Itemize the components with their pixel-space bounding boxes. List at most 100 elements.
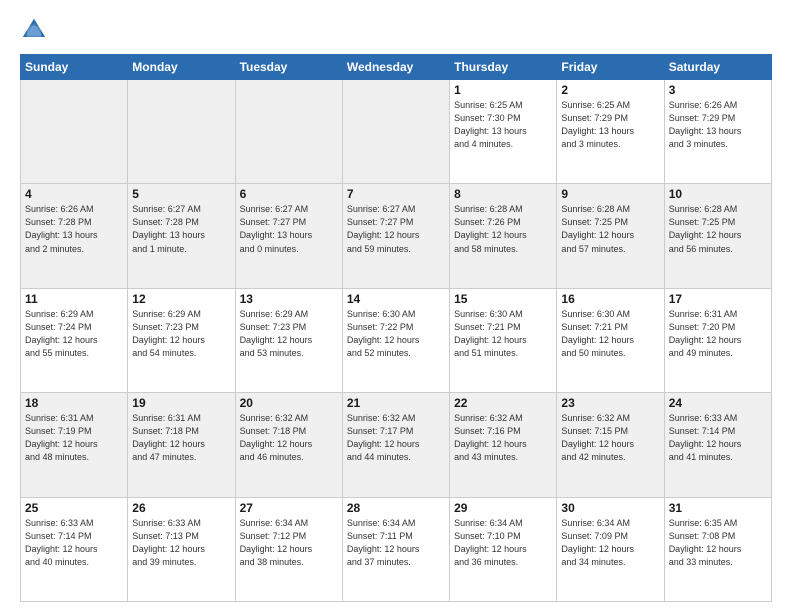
- calendar-day: 18 Sunrise: 6:31 AMSunset: 7:19 PMDayligh…: [21, 393, 128, 497]
- calendar-day: 9Sunrise: 6:28 AMSunset: 7:25 PMDaylight…: [557, 184, 664, 288]
- day-number: 14: [347, 292, 445, 306]
- calendar-day: 24Sunrise: 6:33 AMSunset: 7:14 PMDayligh…: [664, 393, 771, 497]
- day-info: Sunrise: 6:30 AMSunset: 7:21 PMDaylight:…: [561, 308, 659, 360]
- calendar-day: 3 Sunrise: 6:26 AMSunset: 7:29 PMDaylight…: [664, 80, 771, 184]
- calendar-day: 28Sunrise: 6:34 AMSunset: 7:11 PMDayligh…: [342, 497, 449, 601]
- day-number: 11: [25, 292, 123, 306]
- calendar-day: 22 Sunrise: 6:32 AMSunset: 7:16 PMDayligh…: [450, 393, 557, 497]
- calendar-day: 17 Sunrise: 6:31 AMSunset: 7:20 PMDayligh…: [664, 288, 771, 392]
- calendar-day: 16 Sunrise: 6:30 AMSunset: 7:21 PMDayligh…: [557, 288, 664, 392]
- calendar-day: 25Sunrise: 6:33 AMSunset: 7:14 PMDayligh…: [21, 497, 128, 601]
- calendar-day: 15Sunrise: 6:30 AMSunset: 7:21 PMDayligh…: [450, 288, 557, 392]
- day-info: Sunrise: 6:25 AMSunset: 7:30 PMDaylight:…: [454, 99, 552, 151]
- day-info: Sunrise: 6:31 AMSunset: 7:20 PMDaylight:…: [669, 308, 767, 360]
- page: SundayMondayTuesdayWednesdayThursdayFrid…: [0, 0, 792, 612]
- calendar-day: 7 Sunrise: 6:27 AMSunset: 7:27 PMDaylight…: [342, 184, 449, 288]
- day-info: Sunrise: 6:27 AMSunset: 7:27 PMDaylight:…: [347, 203, 445, 255]
- day-info: Sunrise: 6:28 AMSunset: 7:25 PMDaylight:…: [669, 203, 767, 255]
- calendar-day: 23 Sunrise: 6:32 AMSunset: 7:15 PMDayligh…: [557, 393, 664, 497]
- day-info: Sunrise: 6:32 AMSunset: 7:17 PMDaylight:…: [347, 412, 445, 464]
- calendar-day: 20Sunrise: 6:32 AMSunset: 7:18 PMDayligh…: [235, 393, 342, 497]
- calendar-day: [235, 80, 342, 184]
- day-number: 20: [240, 396, 338, 410]
- day-number: 25: [25, 501, 123, 515]
- day-number: 23: [561, 396, 659, 410]
- day-info: Sunrise: 6:27 AMSunset: 7:28 PMDaylight:…: [132, 203, 230, 255]
- calendar-day: 19 Sunrise: 6:31 AMSunset: 7:18 PMDayligh…: [128, 393, 235, 497]
- day-info: Sunrise: 6:34 AMSunset: 7:12 PMDaylight:…: [240, 517, 338, 569]
- day-info: Sunrise: 6:26 AMSunset: 7:28 PMDaylight:…: [25, 203, 123, 255]
- col-header-saturday: Saturday: [664, 55, 771, 80]
- day-info: Sunrise: 6:35 AMSunset: 7:08 PMDaylight:…: [669, 517, 767, 569]
- calendar-day: 12 Sunrise: 6:29 AMSunset: 7:23 PMDayligh…: [128, 288, 235, 392]
- day-number: 12: [132, 292, 230, 306]
- day-number: 27: [240, 501, 338, 515]
- day-info: Sunrise: 6:26 AMSunset: 7:29 PMDaylight:…: [669, 99, 767, 151]
- day-info: Sunrise: 6:31 AMSunset: 7:18 PMDaylight:…: [132, 412, 230, 464]
- day-number: 4: [25, 187, 123, 201]
- col-header-thursday: Thursday: [450, 55, 557, 80]
- calendar-day: 5 Sunrise: 6:27 AMSunset: 7:28 PMDaylight…: [128, 184, 235, 288]
- calendar-day: 4 Sunrise: 6:26 AMSunset: 7:28 PMDaylight…: [21, 184, 128, 288]
- day-info: Sunrise: 6:25 AMSunset: 7:29 PMDaylight:…: [561, 99, 659, 151]
- day-number: 7: [347, 187, 445, 201]
- day-number: 3: [669, 83, 767, 97]
- day-info: Sunrise: 6:32 AMSunset: 7:15 PMDaylight:…: [561, 412, 659, 464]
- col-header-wednesday: Wednesday: [342, 55, 449, 80]
- day-number: 19: [132, 396, 230, 410]
- day-number: 1: [454, 83, 552, 97]
- header: [20, 16, 772, 44]
- day-info: Sunrise: 6:30 AMSunset: 7:21 PMDaylight:…: [454, 308, 552, 360]
- day-number: 31: [669, 501, 767, 515]
- col-header-sunday: Sunday: [21, 55, 128, 80]
- calendar-day: [128, 80, 235, 184]
- calendar-day: 8Sunrise: 6:28 AMSunset: 7:26 PMDaylight…: [450, 184, 557, 288]
- day-info: Sunrise: 6:32 AMSunset: 7:16 PMDaylight:…: [454, 412, 552, 464]
- calendar-day: 21Sunrise: 6:32 AMSunset: 7:17 PMDayligh…: [342, 393, 449, 497]
- day-number: 2: [561, 83, 659, 97]
- day-number: 18: [25, 396, 123, 410]
- day-info: Sunrise: 6:34 AMSunset: 7:11 PMDaylight:…: [347, 517, 445, 569]
- col-header-friday: Friday: [557, 55, 664, 80]
- day-info: Sunrise: 6:33 AMSunset: 7:14 PMDaylight:…: [669, 412, 767, 464]
- day-info: Sunrise: 6:29 AMSunset: 7:24 PMDaylight:…: [25, 308, 123, 360]
- calendar-header-row: SundayMondayTuesdayWednesdayThursdayFrid…: [21, 55, 772, 80]
- day-info: Sunrise: 6:29 AMSunset: 7:23 PMDaylight:…: [240, 308, 338, 360]
- day-number: 13: [240, 292, 338, 306]
- calendar-day: 11 Sunrise: 6:29 AMSunset: 7:24 PMDayligh…: [21, 288, 128, 392]
- col-header-tuesday: Tuesday: [235, 55, 342, 80]
- calendar-day: 6Sunrise: 6:27 AMSunset: 7:27 PMDaylight…: [235, 184, 342, 288]
- calendar-day: 31 Sunrise: 6:35 AMSunset: 7:08 PMDayligh…: [664, 497, 771, 601]
- col-header-monday: Monday: [128, 55, 235, 80]
- day-info: Sunrise: 6:27 AMSunset: 7:27 PMDaylight:…: [240, 203, 338, 255]
- day-info: Sunrise: 6:31 AMSunset: 7:19 PMDaylight:…: [25, 412, 123, 464]
- day-info: Sunrise: 6:33 AMSunset: 7:13 PMDaylight:…: [132, 517, 230, 569]
- day-number: 17: [669, 292, 767, 306]
- calendar-week-4: 18 Sunrise: 6:31 AMSunset: 7:19 PMDayligh…: [21, 393, 772, 497]
- logo: [20, 16, 52, 44]
- calendar-day: 27 Sunrise: 6:34 AMSunset: 7:12 PMDayligh…: [235, 497, 342, 601]
- calendar-table: SundayMondayTuesdayWednesdayThursdayFrid…: [20, 54, 772, 602]
- calendar-day: 26 Sunrise: 6:33 AMSunset: 7:13 PMDayligh…: [128, 497, 235, 601]
- day-number: 5: [132, 187, 230, 201]
- day-info: Sunrise: 6:30 AMSunset: 7:22 PMDaylight:…: [347, 308, 445, 360]
- calendar-week-2: 4 Sunrise: 6:26 AMSunset: 7:28 PMDaylight…: [21, 184, 772, 288]
- day-number: 16: [561, 292, 659, 306]
- calendar-day: 2 Sunrise: 6:25 AMSunset: 7:29 PMDaylight…: [557, 80, 664, 184]
- day-number: 22: [454, 396, 552, 410]
- day-number: 30: [561, 501, 659, 515]
- calendar-week-3: 11 Sunrise: 6:29 AMSunset: 7:24 PMDayligh…: [21, 288, 772, 392]
- calendar-day: 13 Sunrise: 6:29 AMSunset: 7:23 PMDayligh…: [235, 288, 342, 392]
- calendar-day: [21, 80, 128, 184]
- calendar-week-5: 25Sunrise: 6:33 AMSunset: 7:14 PMDayligh…: [21, 497, 772, 601]
- day-info: Sunrise: 6:29 AMSunset: 7:23 PMDaylight:…: [132, 308, 230, 360]
- day-number: 26: [132, 501, 230, 515]
- calendar-day: 1 Sunrise: 6:25 AMSunset: 7:30 PMDaylight…: [450, 80, 557, 184]
- calendar-day: 29Sunrise: 6:34 AMSunset: 7:10 PMDayligh…: [450, 497, 557, 601]
- day-number: 8: [454, 187, 552, 201]
- calendar-day: 14 Sunrise: 6:30 AMSunset: 7:22 PMDayligh…: [342, 288, 449, 392]
- day-info: Sunrise: 6:34 AMSunset: 7:10 PMDaylight:…: [454, 517, 552, 569]
- calendar-day: 10Sunrise: 6:28 AMSunset: 7:25 PMDayligh…: [664, 184, 771, 288]
- calendar-week-1: 1 Sunrise: 6:25 AMSunset: 7:30 PMDaylight…: [21, 80, 772, 184]
- logo-icon: [20, 16, 48, 44]
